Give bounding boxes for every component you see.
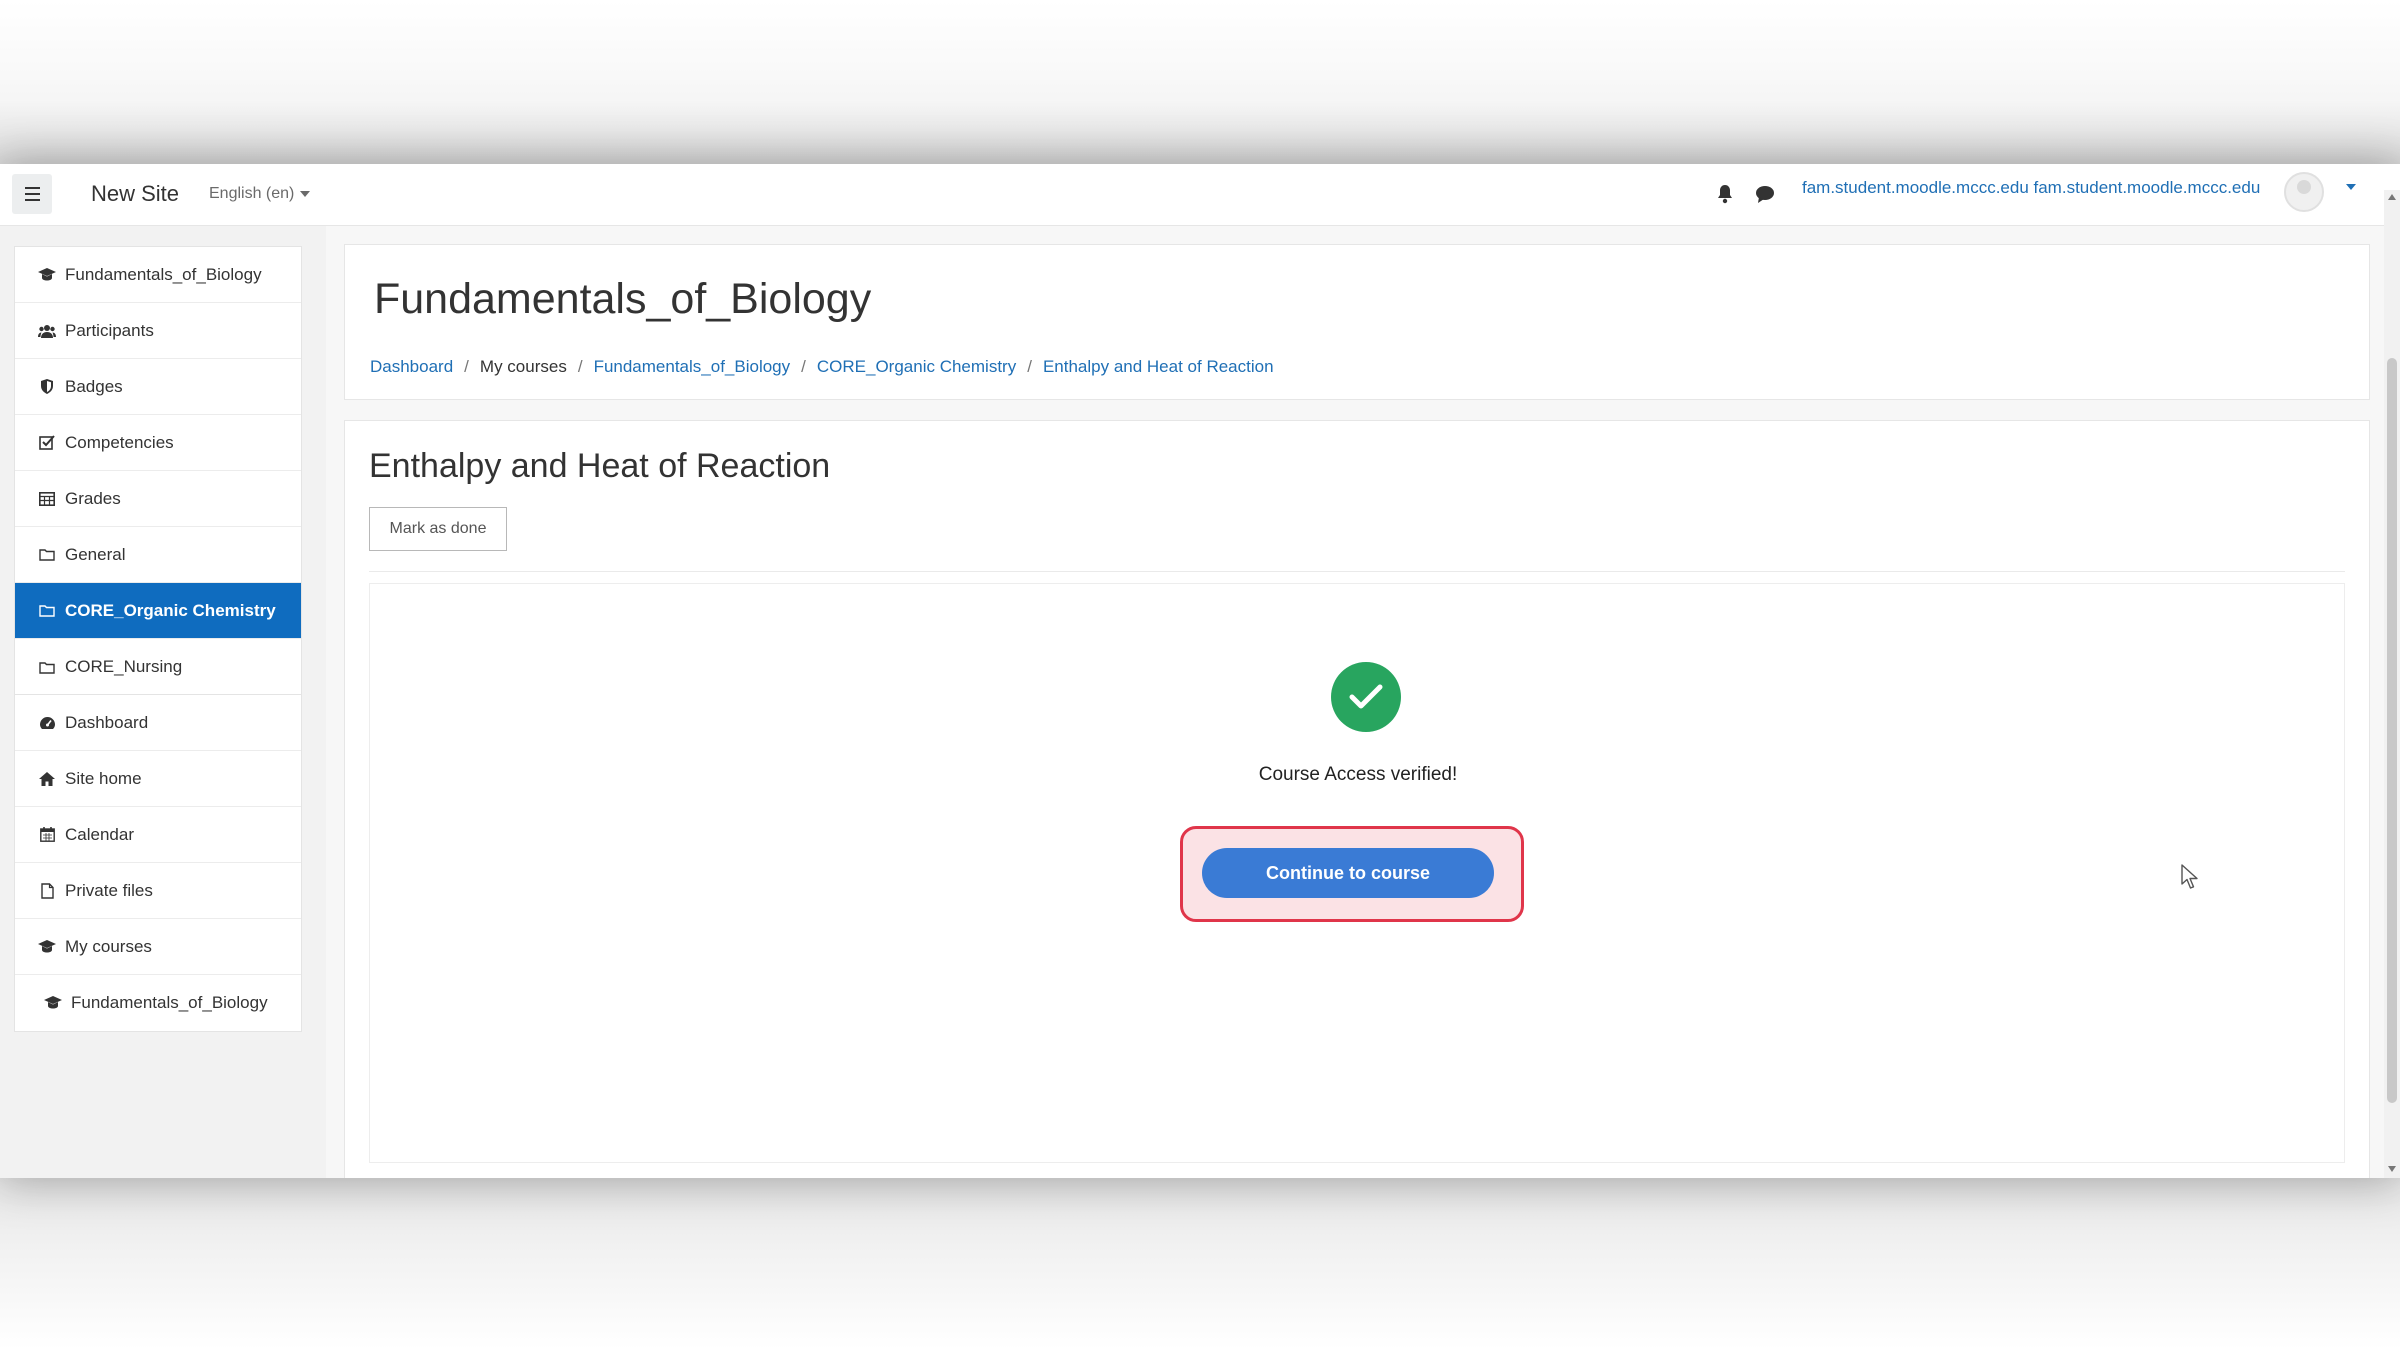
sidebar-item-label: Badges bbox=[65, 376, 123, 396]
shield-icon bbox=[37, 377, 57, 397]
menu-icon[interactable] bbox=[12, 174, 52, 214]
mark-as-done-button[interactable]: Mark as done bbox=[369, 507, 507, 551]
breadcrumb-separator: / bbox=[801, 357, 806, 376]
sidebar-item-label: Competencies bbox=[65, 432, 174, 452]
browser-window: New Site English (en) fam.student.moodle… bbox=[0, 164, 2400, 1178]
site-name[interactable]: New Site bbox=[91, 181, 179, 207]
scrollbar-thumb[interactable] bbox=[2387, 358, 2397, 1103]
sidebar-item-label: Site home bbox=[65, 768, 142, 788]
calendar-icon bbox=[37, 825, 57, 845]
sidebar-item-calendar[interactable]: Calendar bbox=[15, 807, 301, 863]
activity-embed-frame: Course Access verified! Continue to cour… bbox=[369, 583, 2345, 1163]
graduation-cap-icon bbox=[43, 993, 63, 1013]
avatar[interactable] bbox=[2284, 172, 2324, 212]
language-selector[interactable]: English (en) bbox=[209, 185, 311, 203]
breadcrumb-course[interactable]: Fundamentals_of_Biology bbox=[594, 357, 791, 377]
graduation-cap-icon bbox=[37, 937, 57, 957]
sidebar-item-nursing[interactable]: CORE_Nursing bbox=[15, 639, 301, 695]
breadcrumb-my-courses: My courses bbox=[479, 357, 567, 376]
sidebar-item-organic-chemistry[interactable]: CORE_Organic Chemistry bbox=[15, 583, 301, 639]
check-circle-icon bbox=[1331, 662, 1401, 732]
chevron-up-icon[interactable] bbox=[2388, 194, 2396, 200]
activity-title: Enthalpy and Heat of Reaction bbox=[369, 447, 831, 485]
folder-icon bbox=[37, 601, 57, 621]
course-nav-block: Fundamentals_of_Biology Participants Bad… bbox=[14, 246, 302, 696]
folder-icon bbox=[37, 657, 57, 677]
sidebar-item-label: Calendar bbox=[65, 824, 134, 844]
sidebar-item-label: Grades bbox=[65, 488, 121, 508]
sidebar-item-fundamentals-course[interactable]: Fundamentals_of_Biology bbox=[15, 975, 301, 1031]
chevron-down-icon[interactable] bbox=[2346, 184, 2356, 190]
sidebar-item-label: CORE_Organic Chemistry bbox=[65, 600, 276, 620]
breadcrumb: Dashboard / My courses / Fundamentals_of… bbox=[370, 357, 1274, 377]
top-navbar: New Site English (en) fam.student.moodle… bbox=[0, 164, 2400, 226]
breadcrumb-separator: / bbox=[464, 357, 469, 376]
file-icon bbox=[37, 881, 57, 901]
check-square-icon bbox=[37, 433, 57, 453]
sidebar-item-label: My courses bbox=[65, 936, 152, 956]
sidebar-item-label: Dashboard bbox=[65, 712, 149, 732]
divider bbox=[369, 571, 2345, 572]
breadcrumb-section[interactable]: CORE_Organic Chemistry bbox=[817, 357, 1016, 377]
sidebar-item-competencies[interactable]: Competencies bbox=[15, 415, 301, 471]
language-label: English (en) bbox=[209, 185, 295, 202]
sidebar-item-label: Fundamentals_of_Biology bbox=[71, 993, 268, 1012]
main-region: Fundamentals_of_Biology Dashboard / My c… bbox=[326, 226, 2378, 1178]
sidebar-item-private-files[interactable]: Private files bbox=[15, 863, 301, 919]
folder-icon bbox=[37, 545, 57, 565]
sidebar-item-label: General bbox=[65, 544, 126, 564]
activity-region: Enthalpy and Heat of Reaction Mark as do… bbox=[344, 420, 2370, 1178]
chat-icon[interactable] bbox=[1755, 184, 1775, 209]
sidebar-item-label: CORE_Nursing bbox=[65, 657, 183, 676]
sidebar-item-my-courses[interactable]: My courses bbox=[15, 919, 301, 975]
continue-to-course-button[interactable]: Continue to course bbox=[1202, 848, 1494, 898]
site-nav-block: Dashboard Site home Calendar Private fil… bbox=[14, 694, 302, 1032]
table-icon bbox=[37, 489, 57, 509]
user-menu-name[interactable]: fam.student.moodle.mccc.edu fam.student.… bbox=[1802, 178, 2260, 198]
tachometer-icon bbox=[37, 713, 57, 733]
mouse-cursor-icon bbox=[2181, 864, 2199, 895]
breadcrumb-dashboard[interactable]: Dashboard bbox=[370, 357, 453, 377]
left-sidebar: Fundamentals_of_Biology Participants Bad… bbox=[0, 226, 326, 1178]
breadcrumb-separator: / bbox=[577, 357, 583, 376]
sidebar-item-badges[interactable]: Badges bbox=[15, 359, 301, 415]
graduation-cap-icon bbox=[37, 265, 57, 285]
sidebar-item-dashboard[interactable]: Dashboard bbox=[15, 695, 301, 751]
sidebar-item-grades[interactable]: Grades bbox=[15, 471, 301, 527]
bell-icon[interactable] bbox=[1716, 184, 1734, 209]
vertical-scrollbar[interactable] bbox=[2384, 190, 2400, 1178]
chevron-down-icon[interactable] bbox=[2388, 1166, 2396, 1172]
sidebar-item-general[interactable]: General bbox=[15, 527, 301, 583]
chevron-down-icon bbox=[300, 190, 311, 197]
breadcrumb-activity[interactable]: Enthalpy and Heat of Reaction bbox=[1043, 357, 1274, 377]
page-header: Fundamentals_of_Biology Dashboard / My c… bbox=[344, 244, 2370, 400]
sidebar-item-label: Participants bbox=[65, 320, 154, 340]
sidebar-item-label: Private files bbox=[65, 880, 153, 900]
home-icon bbox=[37, 769, 57, 789]
sidebar-item-label: Fundamentals_of_Biology bbox=[65, 264, 262, 284]
users-icon bbox=[37, 321, 57, 341]
sidebar-item-site-home[interactable]: Site home bbox=[15, 751, 301, 807]
sidebar-item-participants[interactable]: Participants bbox=[15, 303, 301, 359]
breadcrumb-separator: / bbox=[1027, 357, 1032, 376]
verified-message: Course Access verified! bbox=[1258, 764, 1458, 785]
sidebar-item-course[interactable]: Fundamentals_of_Biology bbox=[15, 247, 301, 303]
page-title: Fundamentals_of_Biology bbox=[374, 275, 872, 323]
